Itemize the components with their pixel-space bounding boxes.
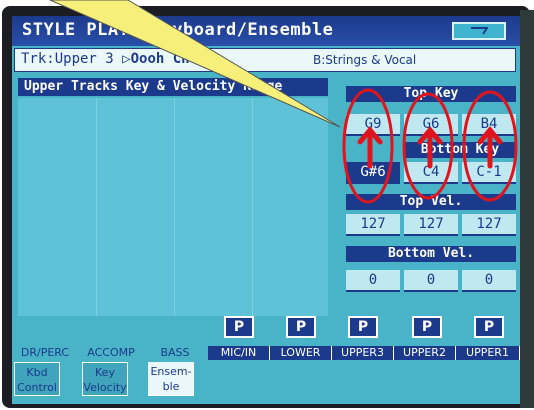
channel-mic-in[interactable]: MIC/IN <box>208 346 270 360</box>
p-button-upper2[interactable]: P <box>412 316 442 338</box>
bottom-vel-upper2[interactable]: 0 <box>404 270 458 292</box>
tab-key-velocity[interactable]: Key Velocity <box>82 362 128 396</box>
bottom-vel-upper3[interactable]: 0 <box>346 270 400 292</box>
top-key-upper3[interactable]: G9 <box>346 114 400 136</box>
bottom-vel-header: Bottom Vel. <box>346 246 516 262</box>
page-title: STYLE PLAY: Keyboard/Ensemble <box>22 20 334 40</box>
lcd-screen: STYLE PLAY: Keyboard/Ensemble Trk:Upper … <box>12 16 520 404</box>
p-button-upper3[interactable]: P <box>348 316 378 338</box>
channel-lower[interactable]: LOWER <box>270 346 332 360</box>
channel-bass[interactable]: BASS <box>144 346 206 360</box>
menu-icon <box>471 27 489 35</box>
bottom-key-header: Bottom Key <box>404 142 516 158</box>
track-bar[interactable]: Trk:Upper 3 ▷Oooh Choir B:Strings & Voca… <box>14 48 516 72</box>
device-edge <box>520 10 534 408</box>
sound-name: Oooh Choir <box>130 51 215 67</box>
channel-upper1[interactable]: UPPER1 <box>456 346 520 360</box>
bottom-key-upper2[interactable]: C4 <box>404 162 458 184</box>
p-button-mic-in[interactable]: P <box>224 316 254 338</box>
track-label: Trk:Upper 3 <box>21 51 114 67</box>
channel-dr-perc[interactable]: DR/PERC <box>12 346 78 360</box>
bottom-key-upper1[interactable]: C-1 <box>462 162 516 184</box>
section-header: Upper Tracks Key & Velocity Range <box>18 78 328 96</box>
title-bar: STYLE PLAY: Keyboard/Ensemble <box>12 16 520 46</box>
top-vel-upper3[interactable]: 127 <box>346 214 400 236</box>
tab-kbd-control[interactable]: Kbd Control <box>14 362 60 396</box>
p-button-lower[interactable]: P <box>286 316 316 338</box>
top-vel-header: Top Vel. <box>346 194 516 210</box>
top-vel-upper2[interactable]: 127 <box>404 214 458 236</box>
channel-accomp[interactable]: ACCOMP <box>78 346 144 360</box>
tab-ensemble[interactable]: Ensem- ble <box>148 362 194 396</box>
play-triangle-icon: ▷ <box>122 51 131 67</box>
sound-bank: B:Strings & Vocal <box>313 53 417 67</box>
top-key-header: Top Key <box>346 86 516 102</box>
channel-upper2[interactable]: UPPER2 <box>394 346 456 360</box>
channel-upper3[interactable]: UPPER3 <box>332 346 394 360</box>
top-vel-upper1[interactable]: 127 <box>462 214 516 236</box>
bottom-vel-upper1[interactable]: 0 <box>462 270 516 292</box>
page-menu-button[interactable] <box>452 22 506 40</box>
bottom-key-upper3[interactable]: G#6 <box>346 162 400 184</box>
top-key-upper2[interactable]: G6 <box>404 114 458 136</box>
range-graph-area <box>18 98 328 316</box>
p-button-upper1[interactable]: P <box>474 316 504 338</box>
top-key-upper1[interactable]: B4 <box>462 114 516 136</box>
